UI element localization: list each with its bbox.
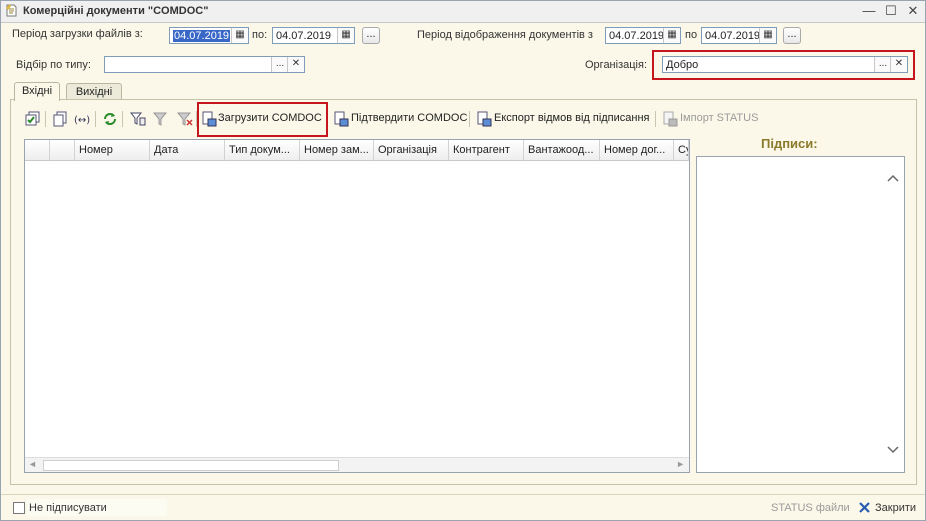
- close-button[interactable]: Закрити: [875, 502, 916, 514]
- status-files-button[interactable]: STATUS файли: [771, 502, 850, 514]
- toolbar-separator: [45, 111, 46, 127]
- no-sign-label[interactable]: Не підписувати: [29, 502, 107, 514]
- svg-text:(↔): (↔): [74, 115, 90, 126]
- signatures-title: Підписи:: [761, 136, 818, 151]
- scroll-up-icon[interactable]: [887, 173, 899, 183]
- confirm-comdoc-button[interactable]: Підтвердити COMDOC: [351, 112, 467, 124]
- load-comdoc-highlight-box: [197, 102, 328, 137]
- close-window-button[interactable]: ✕: [903, 3, 923, 19]
- table-header-icon-column: [50, 140, 75, 161]
- calendar-icon[interactable]: ▦: [759, 28, 776, 43]
- type-filter-select-button[interactable]: ...: [271, 57, 288, 72]
- scroll-left-icon[interactable]: ◄: [28, 459, 37, 469]
- load-to-date-value: 04.07.2019: [276, 30, 332, 42]
- table-header-counterparty[interactable]: Контрагент: [449, 140, 524, 161]
- toolbar-separator: [655, 111, 656, 127]
- expand-icon[interactable]: (↔): [74, 111, 90, 127]
- table-header-marker: [25, 140, 50, 161]
- scrollbar-thumb[interactable]: [43, 460, 339, 471]
- tab-incoming[interactable]: Вхідні: [14, 82, 60, 101]
- calendar-icon[interactable]: ▦: [663, 28, 680, 43]
- no-sign-checkbox[interactable]: [13, 502, 25, 514]
- table-header-number[interactable]: Номер: [75, 140, 150, 161]
- organization-label: Організація:: [585, 59, 647, 71]
- signatures-list[interactable]: [696, 156, 905, 473]
- filter-icon[interactable]: [153, 111, 169, 127]
- close-icon[interactable]: [859, 502, 870, 513]
- copy-icon[interactable]: [52, 111, 68, 127]
- main-window: Комерційні документи "COMDOC" — ☐ ✕ Пері…: [0, 0, 926, 521]
- table-header-consignee[interactable]: Вантажоод...: [524, 140, 600, 161]
- horizontal-scrollbar[interactable]: ◄ ►: [25, 457, 689, 472]
- table-header-order-number[interactable]: Номер зам...: [300, 140, 374, 161]
- minimize-button[interactable]: —: [859, 3, 879, 19]
- display-to-date-field[interactable]: 04.07.2019 ▦: [701, 27, 777, 44]
- display-to-label: по: [685, 29, 698, 41]
- scroll-right-icon[interactable]: ►: [676, 459, 685, 469]
- table-header-organization[interactable]: Організація: [374, 140, 449, 161]
- load-from-date-field[interactable]: 04.07.2019 ▦: [169, 27, 249, 44]
- display-period-select-button[interactable]: ...: [783, 27, 801, 44]
- import-status-button[interactable]: Імпорт STATUS: [680, 112, 758, 124]
- toolbar-separator: [122, 111, 123, 127]
- display-from-date-field[interactable]: 04.07.2019 ▦: [605, 27, 681, 44]
- table-header-doc-type[interactable]: Тип докум...: [225, 140, 300, 161]
- export-refusals-icon[interactable]: [476, 111, 492, 127]
- display-from-date-value: 04.07.2019: [609, 30, 665, 42]
- calendar-icon[interactable]: ▦: [337, 28, 354, 43]
- type-filter-clear-button[interactable]: ✕: [287, 57, 304, 72]
- table-header-contract-number[interactable]: Номер дог...: [600, 140, 674, 161]
- app-icon: [6, 4, 17, 17]
- clear-filter-icon[interactable]: [177, 111, 193, 127]
- filter-settings-icon[interactable]: [130, 111, 146, 127]
- scroll-down-icon[interactable]: [887, 445, 899, 455]
- export-refusals-button[interactable]: Експорт відмов від підписання: [494, 112, 650, 124]
- type-filter-field[interactable]: ... ✕: [104, 56, 305, 73]
- load-from-date-value: 04.07.2019: [173, 30, 231, 42]
- toolbar-separator: [469, 111, 470, 127]
- title-bar: Комерційні документи "COMDOC" — ☐ ✕: [1, 1, 925, 23]
- documents-table[interactable]: Номер Дата Тип докум... Номер зам... Орг…: [24, 139, 690, 473]
- table-header-date[interactable]: Дата: [150, 140, 225, 161]
- import-status-icon[interactable]: [662, 111, 678, 127]
- calendar-icon[interactable]: ▦: [231, 28, 248, 43]
- load-period-select-button[interactable]: ...: [362, 27, 380, 44]
- display-period-label: Період відображення документів з: [417, 29, 593, 41]
- type-filter-label: Відбір по типу:: [16, 59, 91, 71]
- maximize-button[interactable]: ☐: [881, 3, 901, 19]
- select-all-icon[interactable]: [25, 111, 41, 127]
- table-header-sum[interactable]: Су: [674, 140, 689, 161]
- window-title: Комерційні документи "COMDOC": [23, 5, 209, 17]
- refresh-icon[interactable]: [102, 111, 118, 127]
- display-to-date-value: 04.07.2019: [705, 30, 761, 42]
- load-to-date-field[interactable]: 04.07.2019 ▦: [272, 27, 355, 44]
- toolbar-separator: [95, 111, 96, 127]
- confirm-comdoc-icon[interactable]: [333, 111, 349, 127]
- load-to-label: по:: [252, 29, 268, 41]
- organization-highlight-box: [652, 50, 915, 80]
- load-period-label: Період загрузки файлів з:: [12, 28, 143, 40]
